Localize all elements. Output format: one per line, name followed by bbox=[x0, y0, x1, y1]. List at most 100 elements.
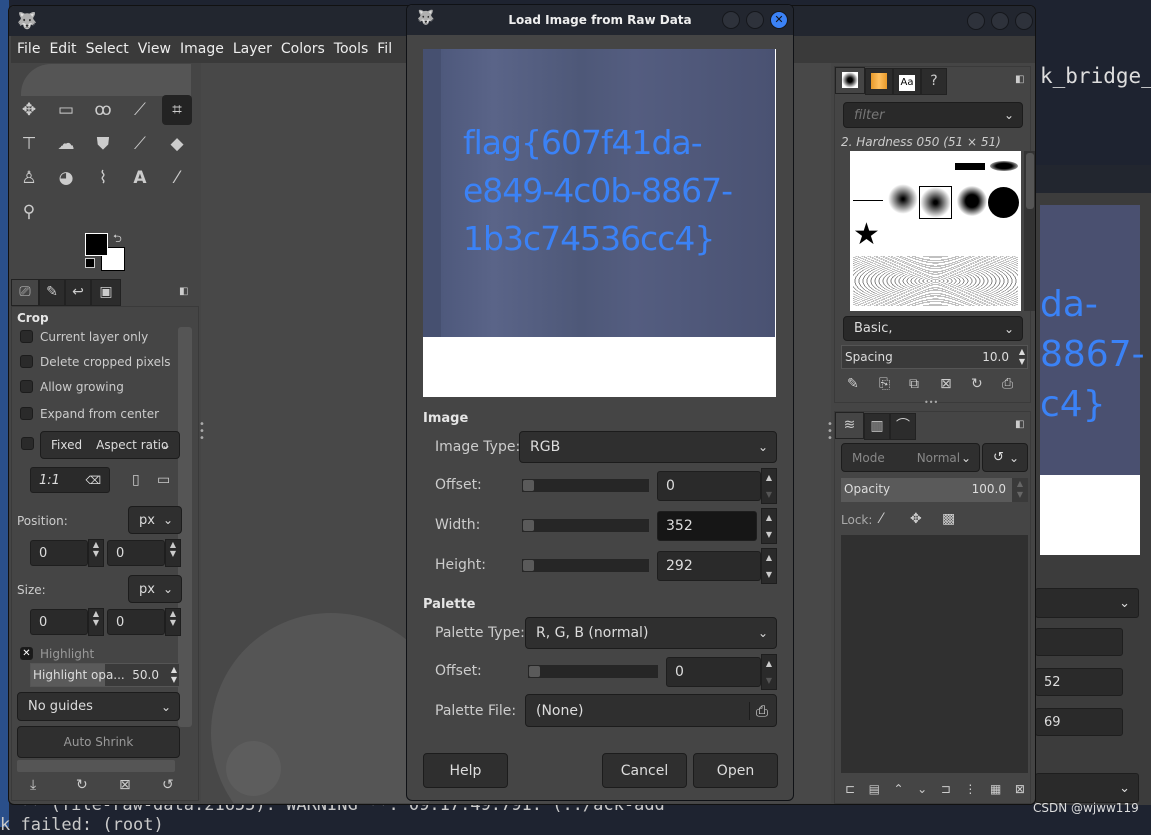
opacity-slider[interactable]: Opacity 100.0 ▲ ▼ bbox=[841, 478, 1028, 502]
smudge-icon[interactable]: ◕ bbox=[51, 163, 81, 193]
dock-handle-icon[interactable]: • • • bbox=[827, 420, 833, 444]
auto-shrink-button[interactable]: Auto Shrink bbox=[17, 726, 180, 758]
bucket-fill-icon[interactable]: ⛊ bbox=[88, 129, 118, 159]
width-field[interactable]: 352 bbox=[657, 511, 757, 541]
restore-options-icon[interactable]: ↻ bbox=[76, 777, 88, 793]
bg-dropdown-2[interactable]: ⌄ bbox=[1035, 773, 1139, 803]
ratio-field[interactable]: 1:1 ⌫ bbox=[30, 467, 110, 493]
eraser-icon[interactable]: ◆ bbox=[162, 129, 192, 159]
tab-help[interactable]: ? bbox=[921, 68, 947, 95]
position-x-spin[interactable]: ▲ ▼ bbox=[88, 539, 104, 567]
crop-icon[interactable]: ⌗ bbox=[162, 95, 192, 125]
brush-texture-row[interactable] bbox=[853, 256, 1018, 306]
bg-offset-field[interactable] bbox=[1035, 628, 1123, 656]
landscape-icon[interactable]: ▭ bbox=[157, 472, 170, 488]
menu-file[interactable]: File bbox=[17, 41, 40, 57]
width-slider[interactable] bbox=[522, 519, 649, 532]
clone-icon[interactable]: ♙ bbox=[14, 163, 44, 193]
refresh-brushes-icon[interactable]: ↻ bbox=[971, 376, 983, 392]
position-unit-dropdown[interactable]: px ⌄ bbox=[128, 506, 182, 534]
brush-filter-input[interactable]: filter ⌄ bbox=[843, 102, 1023, 128]
menu-view[interactable]: View bbox=[138, 41, 171, 57]
open-button[interactable]: Open bbox=[693, 753, 778, 788]
paintbrush-icon[interactable]: ⟋ bbox=[125, 129, 155, 159]
mask-icon[interactable]: ▦ bbox=[990, 782, 1001, 796]
menu-image[interactable]: Image bbox=[180, 41, 224, 57]
text-icon[interactable]: A bbox=[125, 163, 155, 193]
size-h-spin[interactable]: ▲ ▼ bbox=[165, 608, 181, 636]
composite-mode-dropdown[interactable]: ↺ ⌄ bbox=[982, 443, 1028, 472]
size-w-spin[interactable]: ▲ ▼ bbox=[88, 608, 104, 636]
close-button[interactable]: ✕ bbox=[770, 11, 788, 29]
brush-hard[interactable] bbox=[988, 187, 1019, 218]
hscroll[interactable] bbox=[17, 760, 175, 772]
maximize-button[interactable] bbox=[746, 11, 764, 29]
tab-patterns[interactable] bbox=[865, 68, 893, 95]
swap-colors-icon[interactable]: ⮌ bbox=[113, 230, 122, 249]
open-as-image-icon[interactable]: ⎙ bbox=[1002, 376, 1013, 392]
brush-hardness-050-selected[interactable] bbox=[919, 186, 952, 219]
brush-block[interactable] bbox=[955, 163, 985, 170]
spin-icon[interactable]: ▲ ▼ bbox=[1012, 478, 1028, 502]
height-slider[interactable] bbox=[522, 559, 649, 572]
menu-layer[interactable]: Layer bbox=[233, 41, 272, 57]
spacing-slider[interactable]: Spacing 10.0 ▲ ▼ bbox=[841, 345, 1028, 369]
highlight-opacity-slider[interactable]: Highlight opa... 50.0 ▲ ▼ bbox=[30, 663, 180, 687]
help-button[interactable]: Help bbox=[423, 753, 508, 788]
fixed-checkbox[interactable] bbox=[21, 437, 34, 450]
foreground-color-swatch[interactable] bbox=[85, 233, 108, 256]
fixed-mode-dropdown[interactable]: Fixed Aspect ratio ⌄ bbox=[40, 431, 180, 459]
fuzzy-select-icon[interactable]: ⟋ bbox=[125, 95, 155, 125]
delete-cropped-checkbox[interactable] bbox=[20, 355, 33, 368]
raise-layer-icon[interactable]: ⌃ bbox=[894, 782, 904, 796]
position-x-field[interactable]: 0 bbox=[30, 540, 88, 566]
edit-brush-icon[interactable]: ✎ bbox=[847, 376, 859, 392]
duplicate-layer-icon[interactable]: ⊐ bbox=[941, 782, 951, 796]
image-type-dropdown[interactable]: RGB ⌄ bbox=[519, 431, 777, 463]
tab-layers[interactable]: ≋ bbox=[835, 412, 864, 439]
tab-paths[interactable]: ⌒ bbox=[890, 413, 916, 440]
delete-options-icon[interactable]: ⊠ bbox=[119, 777, 131, 793]
panel-menu-icon[interactable]: ◧ bbox=[1015, 419, 1024, 430]
maximize-button[interactable] bbox=[991, 12, 1009, 30]
position-y-spin[interactable]: ▲ ▼ bbox=[165, 539, 181, 567]
palette-offset-slider[interactable] bbox=[528, 665, 658, 678]
tab-channels[interactable]: ▥ bbox=[864, 413, 890, 440]
color-picker-icon[interactable]: ⁄ bbox=[162, 163, 192, 193]
minimize-button[interactable] bbox=[967, 12, 985, 30]
open-file-icon[interactable]: ⎙ bbox=[748, 701, 768, 720]
highlight-checkbox[interactable]: ✕ bbox=[20, 647, 33, 660]
panel-menu-icon[interactable]: ◧ bbox=[1015, 74, 1024, 85]
tab-brushes[interactable] bbox=[835, 67, 865, 94]
brush-soft[interactable] bbox=[888, 184, 918, 214]
dock-separator-icon[interactable]: ••• bbox=[924, 398, 938, 407]
zoom-icon[interactable]: ⚲ bbox=[14, 197, 44, 227]
palette-offset-field[interactable]: 0 bbox=[666, 657, 761, 687]
palette-offset-spin[interactable]: ▲ ▼ bbox=[761, 654, 777, 690]
spin-icon[interactable]: ▲ ▼ bbox=[1019, 347, 1025, 367]
dock-handle-icon[interactable]: • • • bbox=[199, 420, 205, 444]
current-layer-only-checkbox[interactable] bbox=[20, 330, 33, 343]
lower-layer-icon[interactable]: ⌄ bbox=[917, 782, 927, 796]
palette-type-dropdown[interactable]: R, G, B (normal) ⌄ bbox=[525, 617, 777, 649]
size-w-field[interactable]: 0 bbox=[30, 609, 88, 635]
paths-icon[interactable]: ⌇ bbox=[88, 163, 118, 193]
height-spin[interactable]: ▲ ▼ bbox=[761, 548, 777, 584]
delete-brush-icon[interactable]: ⊠ bbox=[940, 376, 952, 392]
portrait-icon[interactable]: ▯ bbox=[132, 472, 140, 488]
tab-tool-options[interactable]: ⎚ bbox=[11, 279, 39, 306]
cancel-button[interactable]: Cancel bbox=[602, 753, 687, 788]
unified-transform-icon[interactable]: ⊤ bbox=[14, 129, 44, 159]
menu-colors[interactable]: Colors bbox=[281, 41, 325, 57]
expand-center-checkbox[interactable] bbox=[20, 407, 33, 420]
lock-pixels-icon[interactable]: ⁄ bbox=[880, 511, 882, 527]
brush-star[interactable]: ★ bbox=[853, 217, 880, 252]
size-unit-dropdown[interactable]: px ⌄ bbox=[128, 575, 182, 603]
tab-device-status[interactable]: ✎ bbox=[39, 279, 65, 306]
anchor-layer-icon[interactable]: ⋮ bbox=[964, 782, 976, 796]
brush-ellipse[interactable] bbox=[990, 161, 1018, 171]
tab-undo-history[interactable]: ↩ bbox=[65, 279, 91, 306]
brush-grid[interactable]: ★ bbox=[850, 151, 1021, 311]
size-h-field[interactable]: 0 bbox=[107, 609, 165, 635]
layers-list[interactable] bbox=[841, 535, 1028, 773]
